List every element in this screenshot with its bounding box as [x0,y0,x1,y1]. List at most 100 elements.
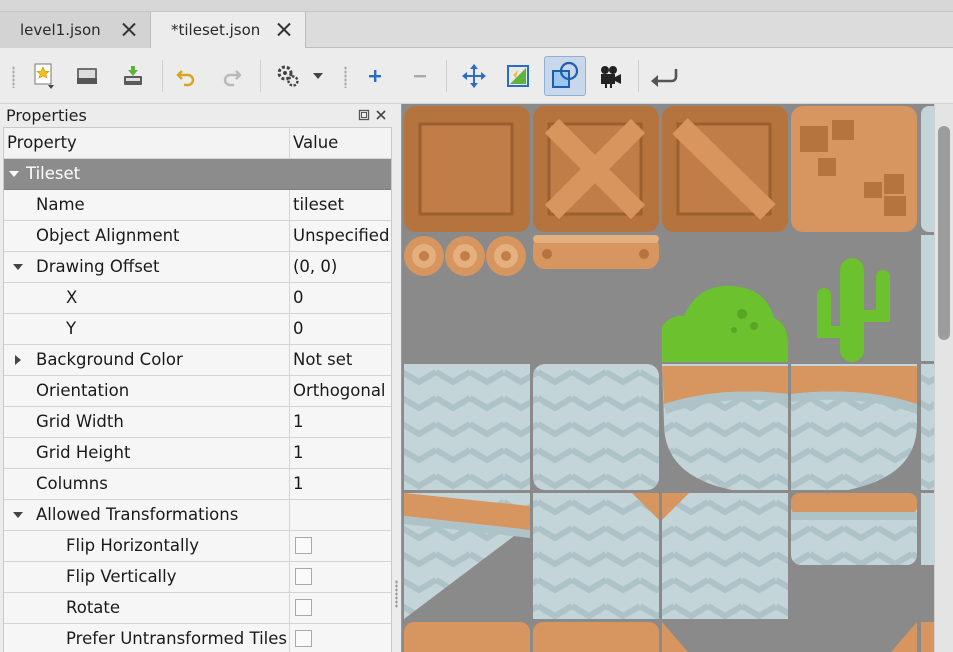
crate-tile [404,106,530,232]
property-label: Y [4,314,290,344]
close-icon[interactable] [277,22,291,36]
property-row-grid-width[interactable]: Grid Width 1 [4,407,391,438]
table-header: Property Value [4,128,391,159]
prefer-untransformed-checkbox[interactable] [295,630,312,647]
scrollbar-thumb[interactable] [938,126,950,340]
property-label: Orientation [4,376,290,406]
property-value[interactable]: 1 [291,438,391,468]
toolbar-separator [446,60,447,92]
property-label: Grid Height [4,438,290,468]
cactus-tile [817,258,890,362]
property-row-flip-vertically[interactable]: Flip Vertically [4,562,391,593]
toolbar-separator [638,60,639,92]
panel-splitter[interactable] [393,104,401,652]
properties-panel-title: Properties [6,106,87,125]
tab-tileset[interactable]: *tileset.json [151,12,306,49]
column-header-property[interactable]: Property [4,128,290,158]
float-panel-icon[interactable] [358,106,372,121]
property-label: Background Color [4,345,290,375]
property-value[interactable]: Unspecified [291,221,391,251]
undo-button[interactable] [168,58,204,94]
slope-tile [404,493,530,619]
property-row-flip-horizontally[interactable]: Flip Horizontally [4,531,391,562]
undo-icon [176,70,195,87]
save-button[interactable] [115,58,151,94]
redo-icon [223,70,242,87]
toolbar-grip[interactable] [12,66,15,88]
rotate-checkbox[interactable] [295,599,312,616]
toolbar-grip[interactable] [344,66,347,88]
tileset-properties-button[interactable] [268,58,308,94]
property-value[interactable]: Orthogonal [291,376,391,406]
property-row-object-alignment[interactable]: Object Alignment Unspecified [4,221,391,252]
remove-tiles-button[interactable] [402,58,438,94]
flip-vertically-checkbox[interactable] [295,568,312,585]
redo-button[interactable] [214,58,250,94]
property-value [291,562,391,592]
properties-dropdown-button[interactable] [308,58,328,94]
property-value[interactable]: 0 [291,314,391,344]
group-row-tileset[interactable]: Tileset [4,159,391,190]
property-label: Columns [4,469,290,499]
property-value[interactable]: 0 [291,283,391,313]
document-tab-bar: level1.json *tileset.json [0,12,953,49]
property-row-prefer-untransformed-tiles[interactable]: Prefer Untransformed Tiles [4,624,391,652]
property-label: Allowed Transformations [4,500,290,530]
property-row-rotate[interactable]: Rotate [4,593,391,624]
property-row-columns[interactable]: Columns 1 [4,469,391,500]
property-row-grid-height[interactable]: Grid Height 1 [4,438,391,469]
property-value[interactable]: tileset [291,190,391,220]
rearrange-tiles-icon [462,64,486,88]
tile-animation-button[interactable] [592,58,628,94]
property-label: Name [4,190,290,220]
vertical-scrollbar[interactable] [934,104,953,652]
dynamic-wrapping-button[interactable] [646,58,682,94]
tileset-view[interactable] [401,104,934,652]
property-value [291,531,391,561]
close-icon[interactable] [122,22,136,36]
property-value [291,624,391,652]
property-row-x[interactable]: X 0 [4,283,391,314]
dynamic-wrapping-icon [651,69,678,87]
group-label: Tileset [26,164,81,183]
property-row-name[interactable]: Name tileset [4,190,391,221]
new-document-icon [34,63,54,89]
property-value[interactable]: 1 [291,407,391,437]
property-row-orientation[interactable]: Orientation Orthogonal [4,376,391,407]
property-value[interactable]: 1 [291,469,391,499]
property-label: Flip Horizontally [4,531,290,561]
tileset-image[interactable] [402,104,934,652]
add-tiles-button[interactable] [357,58,393,94]
property-label: Object Alignment [4,221,290,251]
log-tiles [404,236,526,276]
flip-horizontally-checkbox[interactable] [295,537,312,554]
rearrange-tiles-button[interactable] [456,58,492,94]
splitter-grip[interactable] [395,580,398,608]
property-value[interactable]: Not set [291,345,391,375]
ledge-left-tile [662,364,788,490]
tab-level1[interactable]: level1.json [0,12,151,48]
open-folder-icon [77,68,97,84]
property-value [291,500,391,530]
crate-diagonal-tile [662,106,788,232]
property-row-drawing-offset[interactable]: Drawing Offset (0, 0) [4,252,391,283]
tab-label: level1.json [20,21,101,39]
properties-table: Property Value Tileset Name tileset Obje… [3,127,392,652]
column-header-value[interactable]: Value [291,128,391,158]
tileset-properties-icon [277,65,299,87]
close-panel-icon[interactable] [375,106,389,120]
property-label: Rotate [4,593,290,623]
save-icon [124,66,142,85]
crate-x-tile [533,106,659,232]
property-row-allowed-transformations[interactable]: Allowed Transformations [4,500,391,531]
property-value[interactable]: (0, 0) [291,252,391,282]
property-row-y[interactable]: Y 0 [4,314,391,345]
edit-collision-icon [552,61,579,88]
property-label: Grid Width [4,407,290,437]
edit-terrain-button[interactable] [500,58,536,94]
property-row-background-color[interactable]: Background Color Not set [4,345,391,376]
new-button[interactable] [26,58,62,94]
open-button[interactable] [69,58,105,94]
plank-tile [533,235,659,269]
edit-collision-button[interactable] [544,56,586,96]
